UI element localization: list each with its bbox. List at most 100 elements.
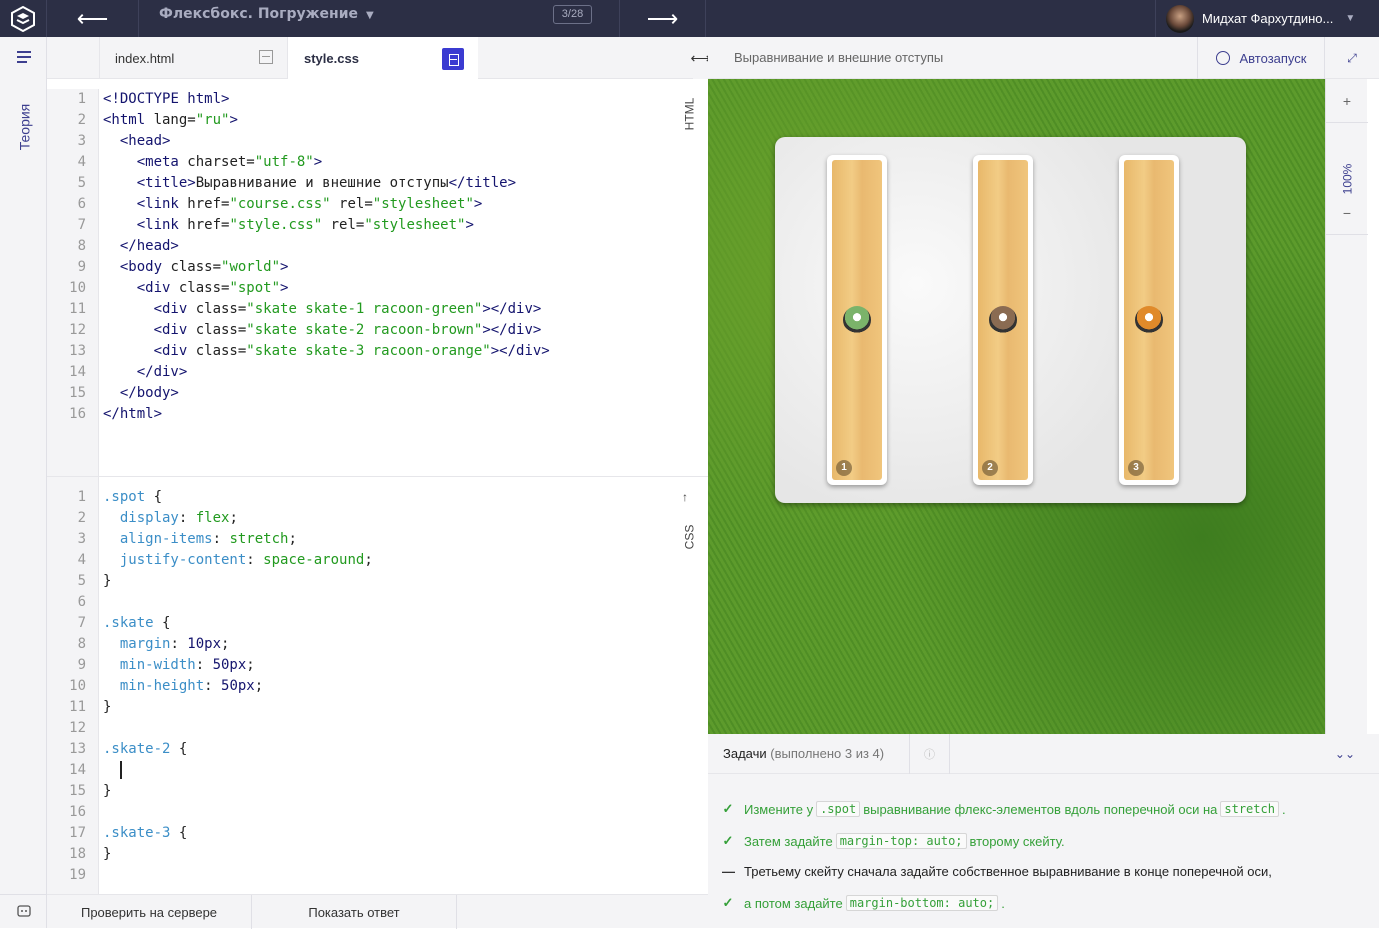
task-code: margin-bottom: auto; bbox=[845, 895, 999, 911]
code-line[interactable]: min-width: 50px; bbox=[99, 655, 693, 676]
task-text: . bbox=[1281, 801, 1286, 817]
task-item: — Третьему скейту сначала задайте собстве… bbox=[722, 860, 1272, 882]
zoom-in-button[interactable]: + bbox=[1326, 79, 1368, 123]
user-name: Мидхат Фархутдино... bbox=[1202, 11, 1334, 26]
expand-icon[interactable]: ⤢ bbox=[1325, 37, 1379, 79]
code-line[interactable]: <body class="world"> bbox=[99, 257, 693, 278]
code-line[interactable]: <div class="spot"> bbox=[99, 278, 693, 299]
chevron-down-icon: ▼ bbox=[1345, 13, 1356, 24]
code-token: 10px bbox=[187, 636, 222, 652]
line-number: 13 bbox=[69, 343, 86, 359]
code-token: : bbox=[246, 552, 264, 568]
arrow-up-icon[interactable]: ↑ bbox=[682, 490, 688, 504]
collapse-icon[interactable] bbox=[259, 50, 273, 64]
code-line[interactable]: <div class="skate skate-1 racoon-green">… bbox=[99, 299, 693, 320]
tasks-header: Задачи (выполнено 3 из 4) ⓘ ⌄⌄ bbox=[708, 734, 1379, 774]
collapse-icon[interactable] bbox=[442, 48, 464, 70]
theory-tab[interactable]: Теория bbox=[6, 97, 42, 157]
code-line[interactable]: margin: 10px; bbox=[99, 634, 693, 655]
course-title-dropdown[interactable]: Флексбокс. Погружение ▼ bbox=[159, 0, 374, 37]
line-number: 7 bbox=[77, 217, 86, 233]
code-token: : bbox=[212, 531, 230, 547]
code-line[interactable] bbox=[99, 802, 693, 823]
racoon-icon bbox=[843, 306, 871, 334]
feedback-icon[interactable] bbox=[0, 894, 47, 928]
line-number: 6 bbox=[77, 196, 86, 212]
code-line[interactable]: .skate-3 { bbox=[99, 823, 693, 844]
code-line[interactable] bbox=[99, 592, 693, 613]
code-line[interactable]: } bbox=[99, 697, 693, 718]
zoom-controls: + 100% − bbox=[1325, 79, 1368, 734]
code-line[interactable]: <title>Выравнивание и внешние отступы</t… bbox=[99, 173, 693, 194]
code-line[interactable]: .skate { bbox=[99, 613, 693, 634]
user-menu[interactable]: Мидхат Фархутдино... ▼ bbox=[1155, 0, 1379, 37]
code-line[interactable] bbox=[99, 865, 693, 886]
tab-index-html[interactable]: index.html bbox=[99, 37, 288, 79]
code-line[interactable]: min-height: 50px; bbox=[99, 676, 693, 697]
code-line[interactable]: </body> bbox=[99, 383, 693, 404]
previous-arrow-icon[interactable]: ⟵ bbox=[47, 0, 139, 37]
code-line[interactable]: </html> bbox=[99, 404, 693, 425]
code-line[interactable]: justify-content: space-around; bbox=[99, 550, 693, 571]
code-line[interactable] bbox=[99, 760, 693, 781]
code-line[interactable]: } bbox=[99, 571, 693, 592]
line-number: 5 bbox=[77, 573, 86, 589]
logo-icon[interactable] bbox=[0, 0, 47, 37]
code-line[interactable]: <head> bbox=[99, 131, 693, 152]
code-token: > bbox=[465, 217, 474, 233]
line-number: 1 bbox=[77, 489, 86, 505]
info-icon[interactable]: ⓘ bbox=[909, 734, 950, 774]
line-number: 11 bbox=[69, 699, 86, 715]
autorun-button[interactable]: Автозапуск bbox=[1197, 37, 1325, 79]
check-on-server-button[interactable]: Проверить на сервере bbox=[47, 895, 252, 929]
preview-canvas: 1 2 3 bbox=[708, 79, 1325, 734]
code-token: ></div> bbox=[490, 343, 550, 359]
menu-icon[interactable] bbox=[0, 37, 47, 77]
collapse-chevron-icon[interactable]: ⌄⌄ bbox=[1335, 734, 1355, 774]
code-token: class= bbox=[170, 259, 222, 275]
code-line[interactable]: <div class="skate skate-3 racoon-orange"… bbox=[99, 341, 693, 362]
code-line[interactable]: </div> bbox=[99, 362, 693, 383]
html-editor[interactable]: <!DOCTYPE html> <html lang="ru"> <head> <… bbox=[99, 89, 693, 476]
code-line[interactable]: align-items: stretch; bbox=[99, 529, 693, 550]
show-answer-button[interactable]: Показать ответ bbox=[252, 895, 457, 929]
code-token: ; bbox=[364, 552, 373, 568]
css-line-numbers: 1 2 3 4 5 6 7 8 9 10 11 12 13 14 15 16 17 18 19 bbox=[47, 477, 99, 894]
code-line[interactable]: display: flex; bbox=[99, 508, 693, 529]
resize-handle-icon[interactable]: ⟷ bbox=[690, 37, 711, 79]
code-line[interactable]: <meta charset="utf-8"> bbox=[99, 152, 693, 173]
code-token: "utf-8" bbox=[254, 154, 314, 170]
task-item: ✓ Измените у .spot выравнивание флекс-эле… bbox=[722, 798, 1286, 820]
code-line[interactable]: .spot { bbox=[99, 487, 693, 508]
code-token: margin bbox=[103, 636, 171, 652]
code-line[interactable]: .skate-2 { bbox=[99, 739, 693, 760]
code-line[interactable]: } bbox=[99, 781, 693, 802]
code-line[interactable]: <link href="style.css" rel="stylesheet"> bbox=[99, 215, 693, 236]
css-label: CSS bbox=[682, 524, 696, 550]
code-token: class= bbox=[195, 301, 247, 317]
line-number: 14 bbox=[69, 762, 86, 778]
line-number: 3 bbox=[77, 531, 86, 547]
line-number: 3 bbox=[77, 133, 86, 149]
code-line[interactable]: <!DOCTYPE html> bbox=[99, 89, 693, 110]
code-line[interactable]: <link href="course.css" rel="stylesheet"… bbox=[99, 194, 693, 215]
code-line[interactable]: <div class="skate skate-2 racoon-brown">… bbox=[99, 320, 693, 341]
tab-style-css[interactable]: style.css bbox=[288, 37, 478, 79]
line-number: 4 bbox=[77, 552, 86, 568]
code-token: .skate-3 bbox=[103, 825, 171, 841]
code-token: "spot" bbox=[229, 280, 281, 296]
code-line[interactable]: </head> bbox=[99, 236, 693, 257]
code-token: <link bbox=[103, 217, 188, 233]
code-token: min-width bbox=[103, 657, 196, 673]
next-arrow-icon[interactable]: ⟶ bbox=[620, 0, 706, 37]
code-line[interactable]: <html lang="ru"> bbox=[99, 110, 693, 131]
zoom-out-button[interactable]: − bbox=[1326, 191, 1368, 235]
code-line[interactable]: } bbox=[99, 844, 693, 865]
code-line[interactable] bbox=[99, 718, 693, 739]
code-token: "style.css" bbox=[229, 217, 323, 233]
css-editor[interactable]: .spot { display: flex; align-items: stre… bbox=[99, 477, 693, 894]
line-number: 7 bbox=[77, 615, 86, 631]
html-line-numbers: 1 2 3 4 5 6 7 8 9 10 11 12 13 14 15 16 bbox=[47, 89, 99, 476]
task-text: Измените у bbox=[744, 801, 814, 817]
